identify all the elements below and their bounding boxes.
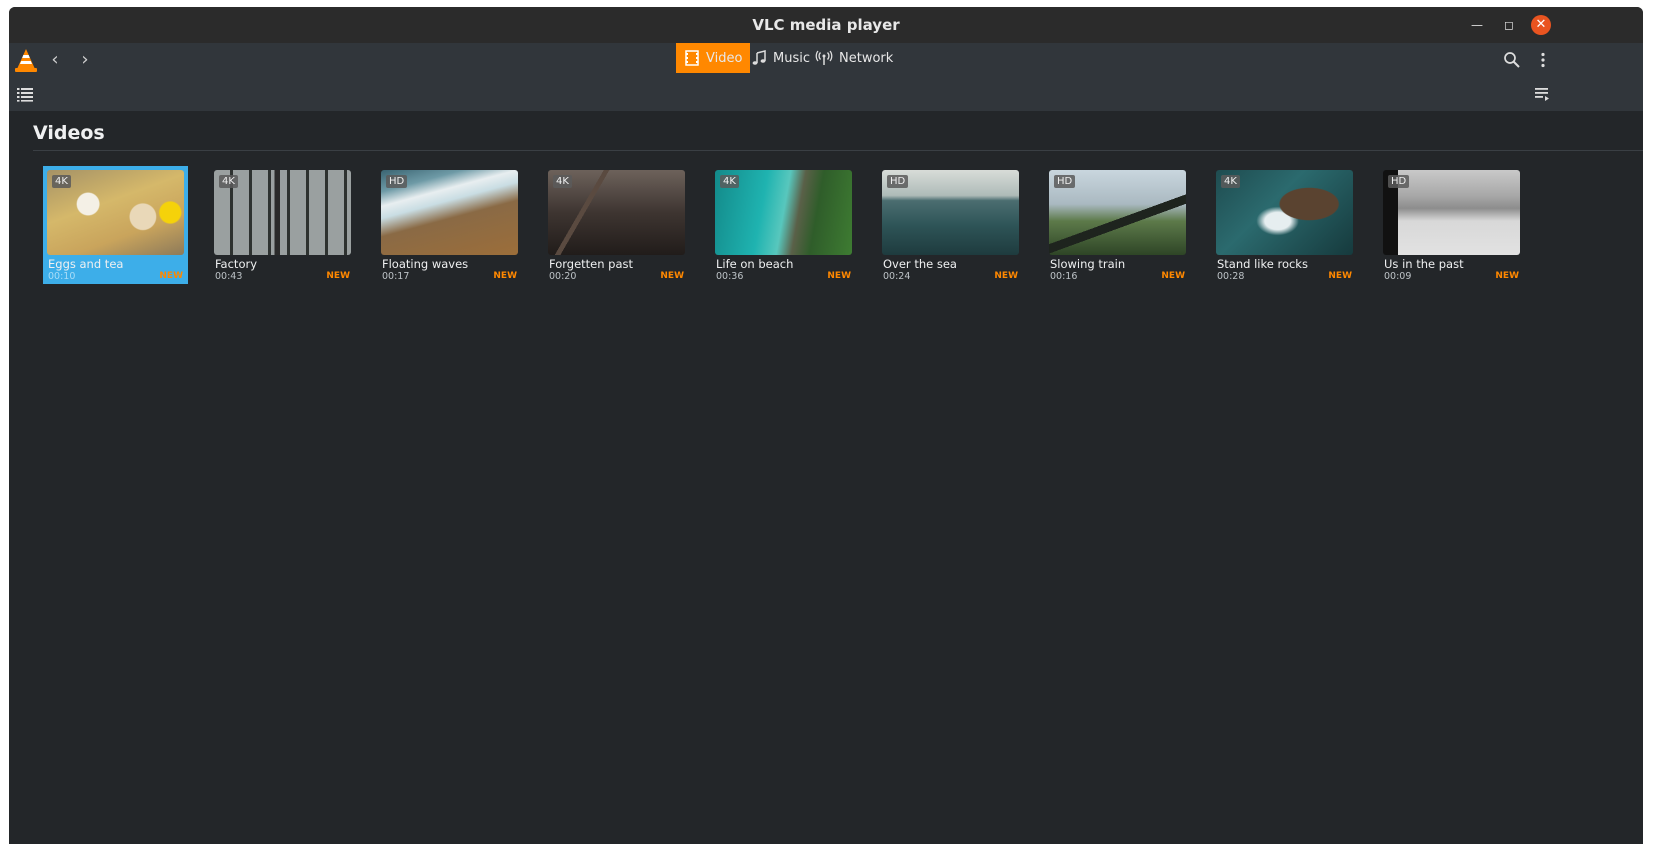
video-duration: 00:16 [1050,271,1078,282]
video-card[interactable]: 4K Forgetten past 00:20 NEW [544,166,689,284]
quality-badge: HD [887,175,909,188]
new-label: NEW [1161,271,1185,281]
main-toolbar: ‹ › Video Music Network [9,43,1643,77]
video-duration: 00:10 [48,271,76,282]
tab-network-label: Network [839,50,894,66]
video-card[interactable]: HD Us in the past 00:09 NEW [1379,166,1524,284]
quality-badge: HD [386,175,408,188]
section-divider [33,150,1643,151]
quality-badge: 4K [1221,175,1240,188]
video-thumbnail: HD [1049,170,1186,255]
video-card[interactable]: HD Floating waves 00:17 NEW [377,166,522,284]
video-title: Stand like rocks [1217,257,1308,271]
tab-music-label: Music [773,50,810,66]
quality-badge: HD [1388,175,1410,188]
video-thumbnail: 4K [548,170,685,255]
window-title: VLC media player [752,16,900,34]
video-duration: 00:36 [716,271,744,282]
tab-video-label: Video [706,50,743,66]
video-thumbnail: HD [882,170,1019,255]
vlc-cone-icon [15,49,37,72]
video-card[interactable]: 4K Eggs and tea 00:10 NEW [43,166,188,284]
new-label: NEW [1328,271,1352,281]
film-icon [685,50,699,66]
video-thumbnail: 4K [214,170,351,255]
quality-badge: 4K [553,175,572,188]
tab-video[interactable]: Video [676,43,751,73]
video-title: Slowing train [1050,257,1126,271]
secondary-toolbar [9,77,1643,111]
new-label: NEW [660,271,684,281]
forward-button[interactable]: › [74,49,96,71]
section-title: Videos [33,122,105,144]
video-title: Eggs and tea [48,257,124,271]
video-duration: 00:28 [1217,271,1245,282]
playlist-icon [1535,88,1549,101]
new-label: NEW [493,271,517,281]
list-view-button[interactable] [14,83,36,105]
video-duration: 00:20 [549,271,577,282]
quality-badge: HD [1054,175,1076,188]
video-duration: 00:43 [215,271,243,282]
video-thumbnail: 4K [1216,170,1353,255]
search-button[interactable] [1501,49,1523,71]
video-title: Over the sea [883,257,957,271]
new-label: NEW [994,271,1018,281]
kebab-menu-icon [1541,52,1545,68]
quality-badge: 4K [52,175,71,188]
quality-badge: 4K [720,175,739,188]
minimize-button[interactable]: — [1467,15,1487,35]
video-title: Us in the past [1384,257,1464,271]
video-title: Floating waves [382,257,469,271]
quality-badge: 4K [219,175,238,188]
close-button[interactable]: ✕ [1531,15,1551,35]
title-bar: VLC media player — ◻ ✕ [9,7,1643,43]
search-icon [1504,52,1520,68]
new-label: NEW [827,271,851,281]
video-thumbnail: 4K [715,170,852,255]
new-label: NEW [326,271,350,281]
video-card[interactable]: 4K Life on beach 00:36 NEW [711,166,856,284]
playlist-button[interactable] [1531,83,1553,105]
video-thumbnail: HD [381,170,518,255]
video-title: Forgetten past [549,257,634,271]
vlc-window: VLC media player — ◻ ✕ ‹ › Video Music N… [9,7,1643,844]
video-card[interactable]: HD Over the sea 00:24 NEW [878,166,1023,284]
video-card[interactable]: 4K Factory 00:43 NEW [210,166,355,284]
tab-network[interactable]: Network [807,43,901,73]
menu-button[interactable] [1532,49,1554,71]
video-title: Life on beach [716,257,794,271]
antenna-icon [815,50,833,65]
video-duration: 00:24 [883,271,911,282]
back-button[interactable]: ‹ [44,49,66,71]
new-label: NEW [1495,271,1519,281]
video-thumbnail: 4K [47,170,184,255]
video-duration: 00:09 [1384,271,1412,282]
music-note-icon [752,50,766,65]
video-thumbnail: HD [1383,170,1520,255]
video-duration: 00:17 [382,271,410,282]
video-card[interactable]: 4K Stand like rocks 00:28 NEW [1212,166,1357,284]
list-view-icon [17,88,33,102]
video-title: Factory [215,257,258,271]
new-label: NEW [159,271,183,281]
video-card[interactable]: HD Slowing train 00:16 NEW [1045,166,1190,284]
maximize-button[interactable]: ◻ [1499,15,1519,35]
